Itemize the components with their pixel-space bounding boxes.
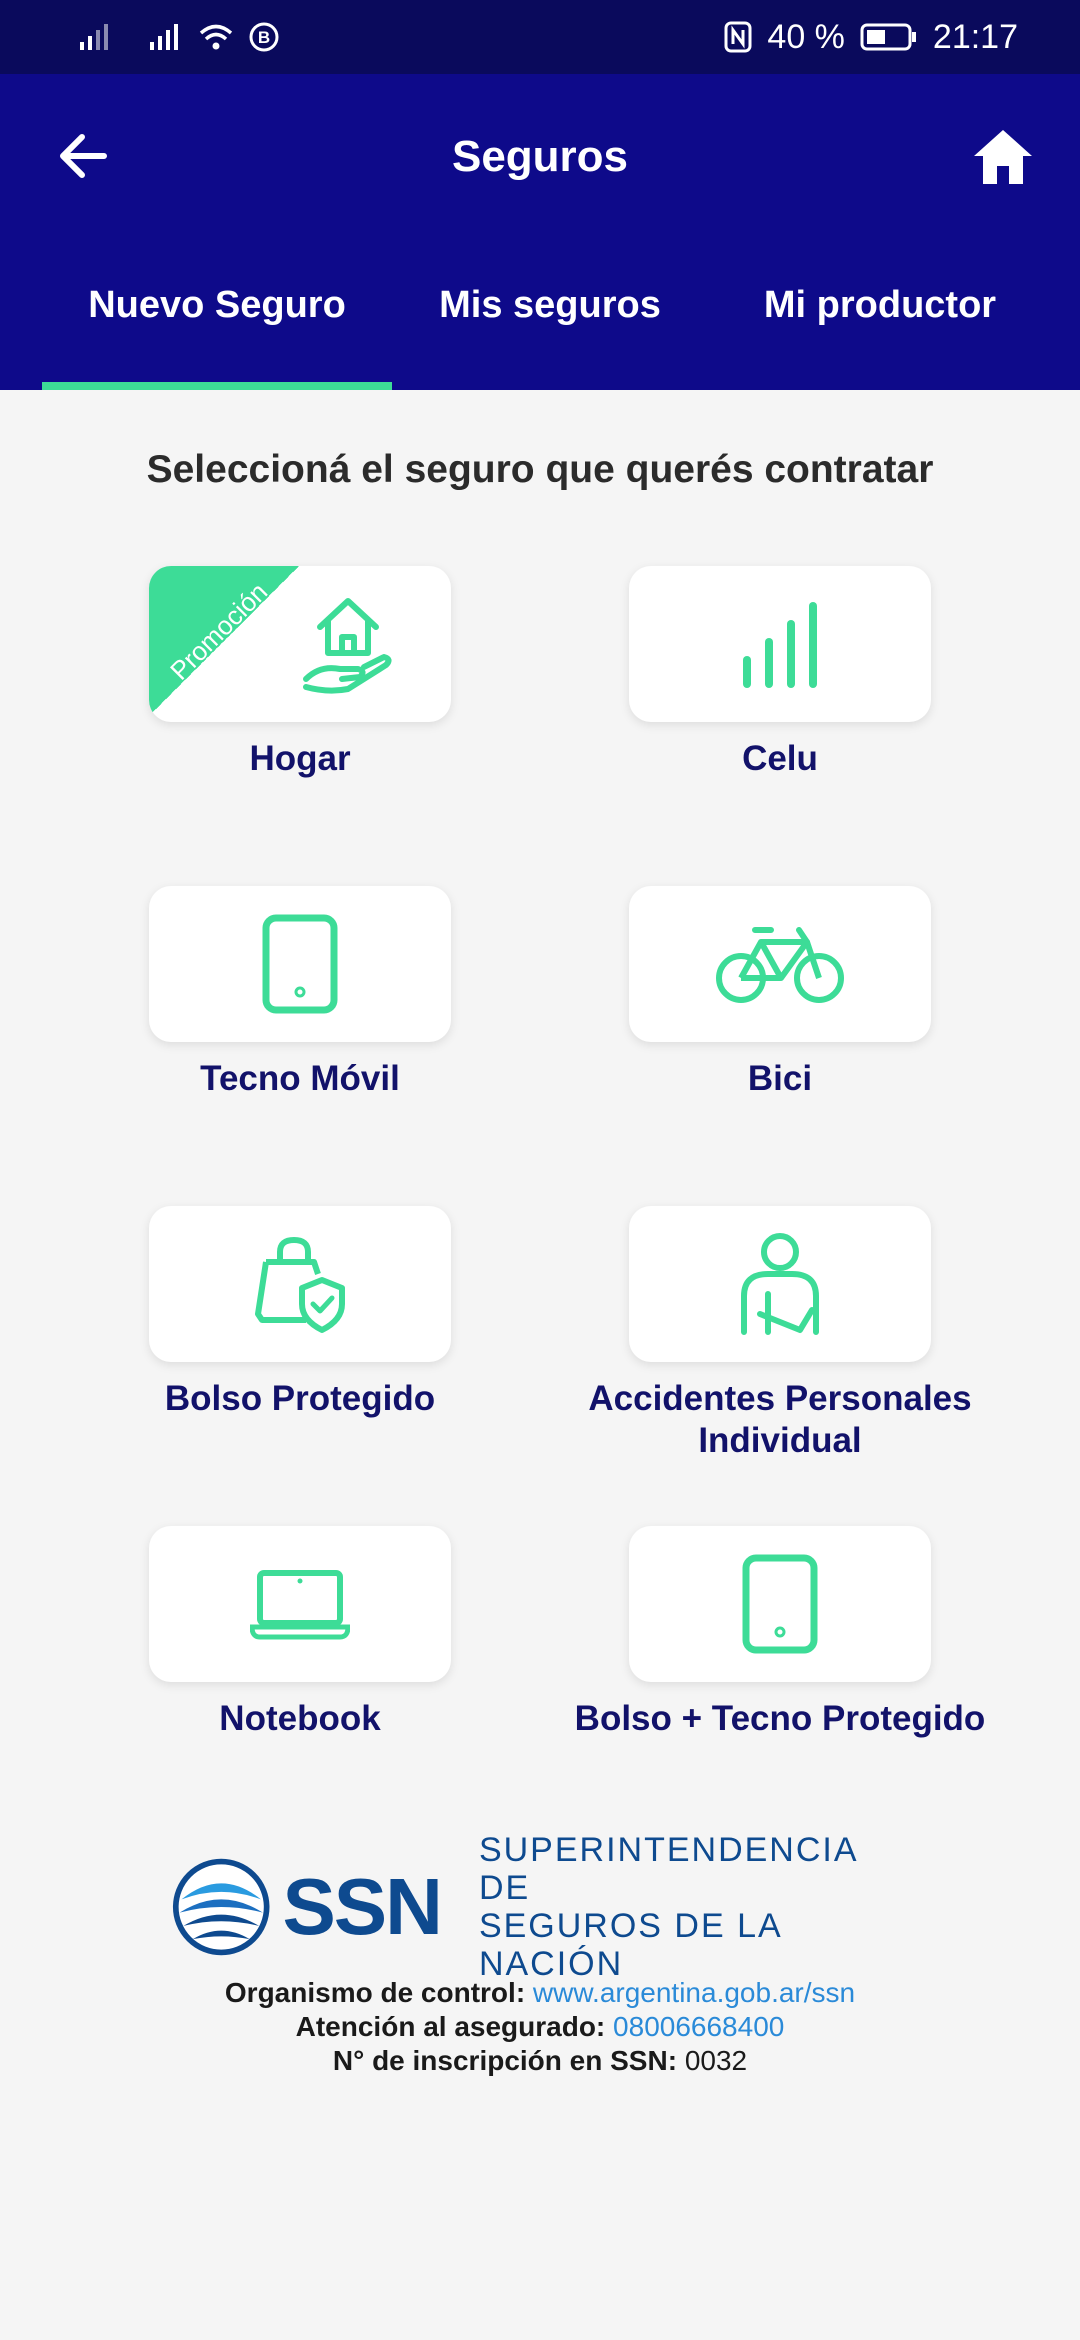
insurance-card[interactable] — [149, 1206, 451, 1362]
tablet-icon — [262, 914, 338, 1014]
insurance-card[interactable] — [629, 1526, 931, 1682]
status-bar: B 40 % 21:17 — [0, 0, 1080, 74]
app-bar: Seguros Nuevo Seguro Mis seguros Mi prod… — [0, 74, 1080, 390]
attention-label: Atención al asegurado: — [295, 2011, 606, 2042]
house-hand-icon — [303, 598, 392, 694]
status-left-icons: B — [78, 21, 280, 53]
attention-phone-link[interactable]: 08006668400 — [613, 2011, 784, 2042]
ssn-logo-line2: SEGUROS DE LA NACIÓN — [478, 1907, 781, 1983]
status-right-icons: 40 % 21:17 — [723, 18, 1018, 57]
battery-percent: 40 % — [767, 17, 845, 56]
insurance-item-bolso-protegido[interactable]: Bolso Protegido — [80, 1206, 520, 1420]
home-button[interactable] — [970, 124, 1036, 190]
bluetooth-badge-icon: B — [249, 22, 279, 52]
battery-icon — [860, 23, 916, 51]
laptop-icon — [250, 1570, 350, 1640]
ssn-logo: SSN SUPERINTENDENCIA DE SEGUROS DE LA NA… — [172, 1831, 912, 1983]
footer-registration-line: N° de inscripción en SSN: 0032 — [0, 2044, 1080, 2078]
footer-info: Organismo de control: www.argentina.gob.… — [0, 1976, 1080, 2078]
clock: 21:17 — [932, 17, 1018, 56]
insurance-label: Bici — [747, 1059, 813, 1098]
signal-icon-2 — [150, 24, 178, 50]
ssn-logo-line1: SUPERINTENDENCIA DE — [478, 1831, 857, 1907]
insurance-card[interactable] — [629, 886, 931, 1042]
insurance-label: Bolso + Tecno Protegido — [574, 1699, 986, 1738]
control-label: Organismo de control: — [224, 1977, 526, 2008]
insurance-card[interactable] — [149, 886, 451, 1042]
tab-bar: Nuevo Seguro Mis seguros Mi productor — [0, 270, 1080, 390]
registration-label: N° de inscripción en SSN: — [332, 2045, 678, 2076]
tablet-icon — [742, 1554, 818, 1654]
insurance-item-celu[interactable]: Celu — [560, 566, 1000, 780]
ssn-logo-text: SSN — [282, 1862, 442, 1951]
insurance-item-bolso-tecno[interactable]: Bolso + Tecno Protegido — [560, 1526, 1000, 1740]
nfc-icon — [724, 21, 752, 53]
signal-bars-icon — [743, 602, 817, 688]
insurance-card[interactable]: Promoción — [149, 566, 451, 722]
control-link[interactable]: www.argentina.gob.ar/ssn — [533, 1977, 855, 2008]
insurance-item-notebook[interactable]: Notebook — [80, 1526, 520, 1740]
active-tab-indicator — [42, 382, 392, 390]
insurance-label: Accidentes Personales Individual — [588, 1379, 972, 1460]
insurance-card[interactable] — [629, 1206, 931, 1362]
bag-shield-icon — [255, 1236, 345, 1333]
insurance-item-tecno-movil[interactable]: Tecno Móvil — [80, 886, 520, 1100]
tab-mis-seguros[interactable]: Mis seguros — [410, 270, 690, 390]
section-subtitle: Seleccioná el seguro que querés contrata… — [146, 448, 934, 491]
insurance-card[interactable] — [629, 566, 931, 722]
registration-value: 0032 — [684, 2045, 748, 2076]
bicycle-icon — [716, 927, 844, 1003]
injured-person-icon — [741, 1233, 819, 1335]
insurance-item-hogar[interactable]: Promoción Hogar — [80, 566, 520, 780]
insurance-label: Bolso Protegido — [164, 1379, 436, 1418]
insurance-item-accidentes[interactable]: Accidentes Personales Individual — [560, 1206, 1000, 1462]
insurance-item-bici[interactable]: Bici — [560, 886, 1000, 1100]
insurance-label: Tecno Móvil — [200, 1059, 400, 1098]
tab-mi-productor[interactable]: Mi productor — [720, 270, 1040, 390]
insurance-label: Celu — [742, 739, 818, 778]
signal-icon — [80, 24, 108, 50]
home-icon — [974, 130, 1032, 184]
insurance-label: Hogar — [249, 739, 351, 778]
footer-attention-line: Atención al asegurado: 08006668400 — [0, 2010, 1080, 2044]
tab-nuevo-seguro[interactable]: Nuevo Seguro — [42, 270, 392, 390]
ssn-logo-full-name: SUPERINTENDENCIA DE SEGUROS DE LA NACIÓN — [479, 1831, 912, 1983]
insurance-card[interactable] — [149, 1526, 451, 1682]
ssn-emblem-icon — [172, 1858, 270, 1956]
insurance-label: Notebook — [219, 1699, 381, 1738]
page-title: Seguros — [451, 132, 629, 181]
footer-control-line: Organismo de control: www.argentina.gob.… — [0, 1976, 1080, 2010]
wifi-icon — [199, 24, 233, 50]
svg-text:B: B — [258, 28, 270, 47]
